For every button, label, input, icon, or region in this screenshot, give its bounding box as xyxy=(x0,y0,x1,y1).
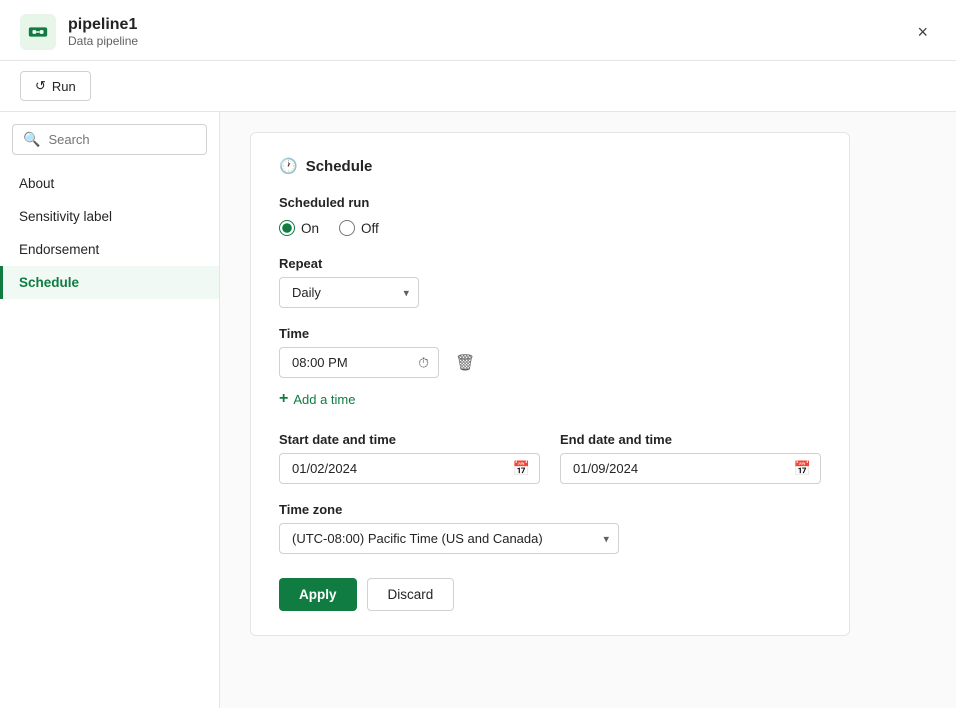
app-subtitle: Data pipeline xyxy=(68,34,138,48)
repeat-label: Repeat xyxy=(279,256,821,271)
scheduled-run-group: Scheduled run On Off xyxy=(279,195,821,236)
start-date-input-wrapper: 📅 xyxy=(279,453,540,484)
sidebar-item-about[interactable]: About xyxy=(0,167,219,200)
start-date-calendar-icon[interactable]: 📅 xyxy=(513,460,530,477)
run-label: Run xyxy=(52,79,76,94)
time-label: Time xyxy=(279,326,821,341)
radio-off[interactable] xyxy=(339,220,355,236)
start-date-label: Start date and time xyxy=(279,432,540,447)
schedule-card: 🕐 Schedule Scheduled run On Off xyxy=(250,132,850,636)
repeat-group: Repeat Daily Weekly Monthly ▾ xyxy=(279,256,821,308)
radio-off-text: Off xyxy=(361,221,379,236)
time-input-wrapper: ⏱ xyxy=(279,347,439,378)
search-box[interactable]: 🔍 xyxy=(12,124,207,155)
apply-button[interactable]: Apply xyxy=(279,578,357,611)
toolbar: ↺ Run xyxy=(0,61,956,112)
main-layout: 🔍 About Sensitivity label Endorsement Sc… xyxy=(0,112,956,708)
end-date-input[interactable] xyxy=(560,453,821,484)
run-button[interactable]: ↺ Run xyxy=(20,71,91,101)
add-time-label: Add a time xyxy=(293,392,355,407)
radio-on[interactable] xyxy=(279,220,295,236)
end-date-label: End date and time xyxy=(560,432,821,447)
repeat-select[interactable]: Daily Weekly Monthly xyxy=(279,277,419,308)
action-row: Apply Discard xyxy=(279,578,821,611)
repeat-select-wrapper: Daily Weekly Monthly ▾ xyxy=(279,277,419,308)
time-group: Time ⏱ 🗑 + Add a time xyxy=(279,326,821,414)
content-area: 🕐 Schedule Scheduled run On Off xyxy=(220,112,956,708)
sidebar-item-sensitivity-label[interactable]: Sensitivity label xyxy=(0,200,219,233)
add-time-button[interactable]: + Add a time xyxy=(279,384,356,414)
timezone-wrapper: (UTC-08:00) Pacific Time (US and Canada)… xyxy=(279,523,619,554)
app-title: pipeline1 xyxy=(68,16,138,34)
sidebar: 🔍 About Sensitivity label Endorsement Sc… xyxy=(0,112,220,708)
discard-button[interactable]: Discard xyxy=(367,578,455,611)
search-icon: 🔍 xyxy=(23,131,40,148)
time-input[interactable] xyxy=(279,347,439,378)
timezone-label: Time zone xyxy=(279,502,821,517)
close-button[interactable]: × xyxy=(909,18,936,47)
end-date-field: End date and time 📅 xyxy=(560,432,821,484)
end-date-calendar-icon[interactable]: 📅 xyxy=(794,460,811,477)
scheduled-run-radio-group: On Off xyxy=(279,220,821,236)
timezone-select[interactable]: (UTC-08:00) Pacific Time (US and Canada)… xyxy=(279,523,619,554)
card-title: Schedule xyxy=(306,158,373,175)
time-row: ⏱ 🗑 xyxy=(279,347,821,378)
radio-off-label[interactable]: Off xyxy=(339,220,379,236)
header-left: pipeline1 Data pipeline xyxy=(20,14,138,50)
timezone-group: Time zone (UTC-08:00) Pacific Time (US a… xyxy=(279,502,821,554)
start-date-field: Start date and time 📅 xyxy=(279,432,540,484)
app-icon xyxy=(20,14,56,50)
search-input[interactable] xyxy=(48,132,196,147)
clock-icon: 🕐 xyxy=(279,157,298,175)
plus-icon: + xyxy=(279,390,288,408)
sidebar-item-schedule[interactable]: Schedule xyxy=(0,266,219,299)
date-row: Start date and time 📅 End date and time … xyxy=(279,432,821,484)
delete-time-button[interactable]: 🗑 xyxy=(447,349,483,377)
radio-on-text: On xyxy=(301,221,319,236)
sidebar-item-endorsement[interactable]: Endorsement xyxy=(0,233,219,266)
header: pipeline1 Data pipeline × xyxy=(0,0,956,61)
run-icon: ↺ xyxy=(35,78,46,94)
radio-on-label[interactable]: On xyxy=(279,220,319,236)
card-header: 🕐 Schedule xyxy=(279,157,821,175)
header-title-group: pipeline1 Data pipeline xyxy=(68,16,138,48)
end-date-input-wrapper: 📅 xyxy=(560,453,821,484)
start-date-input[interactable] xyxy=(279,453,540,484)
scheduled-run-label: Scheduled run xyxy=(279,195,821,210)
